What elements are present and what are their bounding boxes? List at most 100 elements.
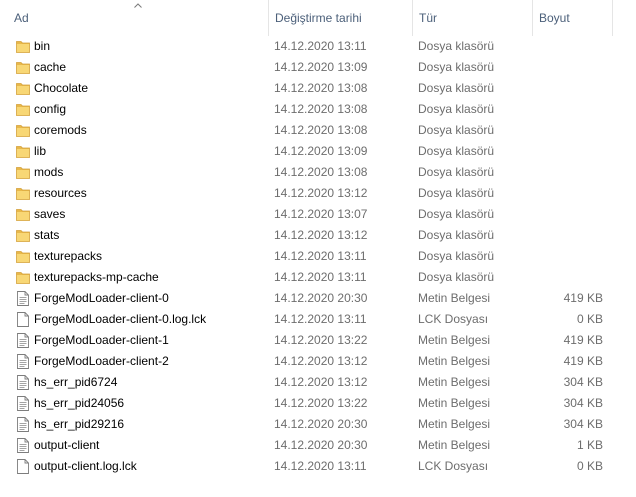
file-date: 14.12.2020 13:11 (274, 249, 367, 263)
file-row-forgemodloader-client-1[interactable]: ForgeModLoader-client-1 14.12.2020 13:22… (0, 330, 636, 351)
file-row-texturepacks[interactable]: texturepacks 14.12.2020 13:11 Dosya klas… (0, 246, 636, 267)
file-date: 14.12.2020 13:12 (274, 375, 368, 389)
folder-icon (16, 144, 30, 159)
file-name: resources (34, 186, 87, 200)
file-size: 419 KB (563, 291, 603, 305)
file-date: 14.12.2020 13:11 (274, 39, 367, 53)
blank-file-icon (16, 459, 30, 474)
file-date: 14.12.2020 13:08 (274, 81, 368, 95)
file-row-config[interactable]: config 14.12.2020 13:08 Dosya klasörü (0, 99, 636, 120)
file-date: 14.12.2020 13:07 (274, 207, 368, 221)
file-name: ForgeModLoader-client-1 (34, 333, 169, 347)
file-name: ForgeModLoader-client-0 (34, 291, 169, 305)
file-type: LCK Dosyası (418, 312, 489, 326)
file-row-lib[interactable]: lib 14.12.2020 13:09 Dosya klasörü (0, 141, 636, 162)
file-row-coremods[interactable]: coremods 14.12.2020 13:08 Dosya klasörü (0, 120, 636, 141)
file-type: Metin Belgesi (418, 417, 491, 431)
file-name: ForgeModLoader-client-0.log.lck (34, 312, 207, 326)
file-date: 14.12.2020 13:08 (274, 102, 368, 116)
file-date: 14.12.2020 13:12 (274, 186, 368, 200)
column-header-type[interactable]: Tür (412, 0, 532, 36)
file-name: output-client.log.lck (34, 459, 137, 473)
file-date: 14.12.2020 13:22 (274, 396, 368, 410)
file-type: Dosya klasörü (418, 165, 495, 179)
file-size: 304 KB (563, 417, 603, 431)
file-date: 14.12.2020 20:30 (274, 291, 368, 305)
file-date: 14.12.2020 13:12 (274, 354, 368, 368)
file-row-forgemodloader-client-0[interactable]: ForgeModLoader-client-0 14.12.2020 20:30… (0, 288, 636, 309)
file-name: coremods (34, 123, 87, 137)
file-size: 419 KB (563, 354, 603, 368)
blank-file-icon (16, 312, 30, 327)
file-row-output-client[interactable]: output-client 14.12.2020 20:30 Metin Bel… (0, 435, 636, 456)
file-name: output-client (34, 438, 100, 452)
file-type: Dosya klasörü (418, 39, 495, 53)
folder-icon (16, 249, 30, 264)
file-name: cache (34, 60, 67, 74)
file-name: stats (34, 228, 60, 242)
file-date: 14.12.2020 13:08 (274, 123, 368, 137)
text-file-icon (16, 333, 30, 348)
file-type: Metin Belgesi (418, 354, 491, 368)
column-header-bar: Ad Değiştirme tarihi Tür Boyut (0, 0, 636, 36)
file-size: 304 KB (563, 375, 603, 389)
column-header-date[interactable]: Değiştirme tarihi (268, 0, 412, 36)
folder-icon (16, 60, 30, 75)
file-type: Dosya klasörü (418, 186, 495, 200)
file-row-hs-err-pid29216[interactable]: hs_err_pid29216 14.12.2020 20:30 Metin B… (0, 414, 636, 435)
file-row-chocolate[interactable]: Chocolate 14.12.2020 13:08 Dosya klasörü (0, 78, 636, 99)
file-size: 0 KB (576, 312, 603, 326)
text-file-icon (16, 354, 30, 369)
file-row-saves[interactable]: saves 14.12.2020 13:07 Dosya klasörü (0, 204, 636, 225)
text-file-icon (16, 417, 30, 432)
text-file-icon (16, 396, 30, 411)
file-name: hs_err_pid24056 (34, 396, 125, 410)
file-type: Dosya klasörü (418, 249, 495, 263)
folder-icon (16, 81, 30, 96)
file-type: Dosya klasörü (418, 123, 495, 137)
file-date: 14.12.2020 13:22 (274, 333, 368, 347)
file-type: Dosya klasörü (418, 207, 495, 221)
file-name: bin (34, 39, 51, 53)
folder-icon (16, 228, 30, 243)
file-type: Dosya klasörü (418, 81, 495, 95)
file-type: Metin Belgesi (418, 333, 491, 347)
file-name: hs_err_pid6724 (34, 375, 118, 389)
text-file-icon (16, 291, 30, 306)
file-type: LCK Dosyası (418, 459, 489, 473)
file-row-resources[interactable]: resources 14.12.2020 13:12 Dosya klasörü (0, 183, 636, 204)
file-row-mods[interactable]: mods 14.12.2020 13:08 Dosya klasörü (0, 162, 636, 183)
file-date: 14.12.2020 13:11 (274, 270, 367, 284)
file-type: Metin Belgesi (418, 291, 491, 305)
folder-icon (16, 165, 30, 180)
file-name: config (34, 102, 67, 116)
file-row-hs-err-pid6724[interactable]: hs_err_pid6724 14.12.2020 13:12 Metin Be… (0, 372, 636, 393)
file-date: 14.12.2020 13:08 (274, 165, 368, 179)
file-date: 14.12.2020 13:09 (274, 144, 368, 158)
file-row-forgemodloader-client-0-log-lck[interactable]: ForgeModLoader-client-0.log.lck 14.12.20… (0, 309, 636, 330)
text-file-icon (16, 438, 30, 453)
folder-icon (16, 207, 30, 222)
file-name: Chocolate (34, 81, 89, 95)
file-date: 14.12.2020 13:12 (274, 228, 368, 242)
file-row-forgemodloader-client-2[interactable]: ForgeModLoader-client-2 14.12.2020 13:12… (0, 351, 636, 372)
column-header-size[interactable]: Boyut (532, 0, 612, 36)
file-row-output-client-log-lck[interactable]: output-client.log.lck 14.12.2020 13:11 L… (0, 456, 636, 477)
file-row-hs-err-pid24056[interactable]: hs_err_pid24056 14.12.2020 13:22 Metin B… (0, 393, 636, 414)
file-row-stats[interactable]: stats 14.12.2020 13:12 Dosya klasörü (0, 225, 636, 246)
text-file-icon (16, 375, 30, 390)
file-row-cache[interactable]: cache 14.12.2020 13:09 Dosya klasörü (0, 57, 636, 78)
file-name: hs_err_pid29216 (34, 417, 125, 431)
file-row-bin[interactable]: bin 14.12.2020 13:11 Dosya klasörü (0, 36, 636, 57)
file-name: ForgeModLoader-client-2 (34, 354, 169, 368)
file-name: texturepacks (34, 249, 103, 263)
file-date: 14.12.2020 13:11 (274, 312, 367, 326)
file-type: Metin Belgesi (418, 375, 491, 389)
file-name: saves (34, 207, 66, 221)
file-size: 304 KB (563, 396, 603, 410)
chevron-up-icon (134, 3, 142, 8)
file-size: 419 KB (563, 333, 603, 347)
file-type: Dosya klasörü (418, 144, 495, 158)
file-row-texturepacks-mp-cache[interactable]: texturepacks-mp-cache 14.12.2020 13:11 D… (0, 267, 636, 288)
folder-icon (16, 102, 30, 117)
